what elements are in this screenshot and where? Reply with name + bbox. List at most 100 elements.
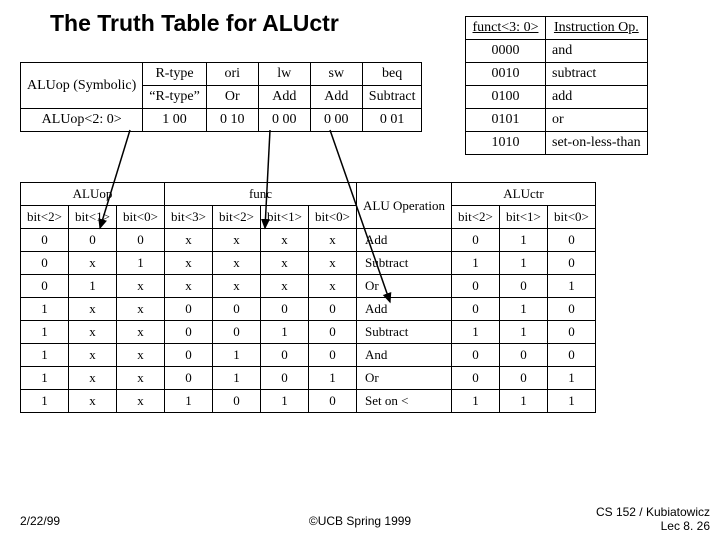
- table-cell: x: [117, 275, 165, 298]
- aluop-symbolic-table: ALUop (Symbolic) R-type ori lw sw beq “R…: [20, 62, 422, 132]
- t3-gh-aluop: ALUop: [21, 183, 165, 206]
- t1-r2-2: Add: [258, 86, 310, 109]
- footer-right: CS 152 / Kubiatowicz Lec 8. 26: [596, 506, 710, 534]
- table-cell: And: [357, 344, 452, 367]
- table-cell: Subtract: [357, 252, 452, 275]
- t2-r1c0: 0010: [466, 63, 546, 86]
- table-row: 1xx1010Set on <111: [21, 390, 596, 413]
- table-cell: 0: [117, 229, 165, 252]
- table-cell: 1: [451, 252, 499, 275]
- table-cell: x: [213, 275, 261, 298]
- table-cell: 0: [165, 321, 213, 344]
- table-cell: 0: [261, 298, 309, 321]
- t1-rl0: ALUop (Symbolic): [27, 78, 136, 93]
- t2-h1-txt: Instruction Op.: [554, 20, 639, 35]
- table-cell: 1: [69, 275, 117, 298]
- table-cell: 0: [21, 229, 69, 252]
- table-cell: 1: [21, 321, 69, 344]
- table-cell: 0: [165, 344, 213, 367]
- table-cell: Set on <: [357, 390, 452, 413]
- table-row: 1xx0100And000: [21, 344, 596, 367]
- t3-sh-8: bit<2>: [451, 206, 499, 229]
- t1-r2-0: “R-type”: [143, 86, 207, 109]
- table-cell: 1: [21, 390, 69, 413]
- table-row: 1xx0101Or001: [21, 367, 596, 390]
- t3-sh-5: bit<1>: [261, 206, 309, 229]
- table-cell: x: [69, 344, 117, 367]
- table-cell: 0: [261, 367, 309, 390]
- t1-c2: lw: [258, 63, 310, 86]
- table-cell: x: [309, 252, 357, 275]
- footer-right-l2: Lec 8. 26: [661, 519, 710, 533]
- footer-right-l1: CS 152 / Kubiatowicz: [596, 505, 710, 519]
- table-cell: 0: [21, 252, 69, 275]
- t2-r3c1: or: [546, 109, 648, 132]
- table-cell: x: [117, 344, 165, 367]
- t1-c1: ori: [206, 63, 258, 86]
- table-cell: 1: [499, 252, 547, 275]
- table-cell: x: [117, 390, 165, 413]
- table-row: 1xx0000Add010: [21, 298, 596, 321]
- t2-h1: Instruction Op.: [546, 17, 648, 40]
- table-cell: 0: [451, 298, 499, 321]
- table-cell: x: [261, 229, 309, 252]
- t3-sh-10: bit<0>: [547, 206, 595, 229]
- table-cell: x: [165, 252, 213, 275]
- table-cell: 0: [309, 298, 357, 321]
- t1-r3-2: 0 00: [258, 109, 310, 132]
- t1-c4: beq: [362, 63, 422, 86]
- t1-r3-4: 0 01: [362, 109, 422, 132]
- table-cell: x: [165, 229, 213, 252]
- table-cell: 1: [213, 344, 261, 367]
- truth-table: ALUop func ALU Operation ALUctr bit<2> b…: [20, 182, 596, 413]
- table-cell: 1: [499, 390, 547, 413]
- table-cell: 0: [165, 367, 213, 390]
- table-cell: x: [309, 275, 357, 298]
- table-cell: x: [213, 229, 261, 252]
- table-cell: 1: [499, 298, 547, 321]
- t3-sh-0: bit<2>: [21, 206, 69, 229]
- t2-r4c1: set-on-less-than: [546, 132, 648, 155]
- table-cell: 0: [499, 344, 547, 367]
- table-cell: 0: [451, 275, 499, 298]
- t2-r0c0: 0000: [466, 40, 546, 63]
- table-row: 1xx0010Subtract110: [21, 321, 596, 344]
- table-cell: 0: [547, 321, 595, 344]
- table-cell: 1: [261, 321, 309, 344]
- table-cell: 0: [547, 298, 595, 321]
- t1-r3-1: 0 10: [206, 109, 258, 132]
- t3-sh-3: bit<3>: [165, 206, 213, 229]
- t2-r2c0: 0100: [466, 86, 546, 109]
- table-cell: 1: [499, 321, 547, 344]
- table-cell: 1: [213, 367, 261, 390]
- funct-table: funct<3: 0> Instruction Op. 0000and 0010…: [465, 16, 648, 155]
- table-cell: 0: [165, 298, 213, 321]
- t3-gh-func: func: [165, 183, 357, 206]
- t3-sh-9: bit<1>: [499, 206, 547, 229]
- table-cell: 0: [21, 275, 69, 298]
- table-cell: 1: [547, 275, 595, 298]
- table-cell: 1: [21, 298, 69, 321]
- table-cell: 0: [547, 229, 595, 252]
- table-cell: x: [213, 252, 261, 275]
- table-cell: 0: [309, 321, 357, 344]
- t1-rowlabel-bits: ALUop<2: 0>: [21, 109, 143, 132]
- table-cell: 0: [451, 367, 499, 390]
- table-cell: x: [261, 252, 309, 275]
- table-cell: 0: [451, 344, 499, 367]
- table-row: 000xxxxAdd010: [21, 229, 596, 252]
- table-cell: 1: [451, 390, 499, 413]
- table-row: 0x1xxxxSubtract110: [21, 252, 596, 275]
- table-cell: 0: [261, 344, 309, 367]
- table-cell: 1: [21, 344, 69, 367]
- table-cell: 0: [499, 275, 547, 298]
- table-cell: 1: [547, 390, 595, 413]
- table-cell: 0: [547, 252, 595, 275]
- table-cell: x: [69, 252, 117, 275]
- table-cell: x: [69, 321, 117, 344]
- table-cell: Or: [357, 275, 452, 298]
- table-cell: x: [309, 229, 357, 252]
- table-cell: 0: [547, 344, 595, 367]
- table-cell: 0: [213, 298, 261, 321]
- table-cell: 0: [309, 344, 357, 367]
